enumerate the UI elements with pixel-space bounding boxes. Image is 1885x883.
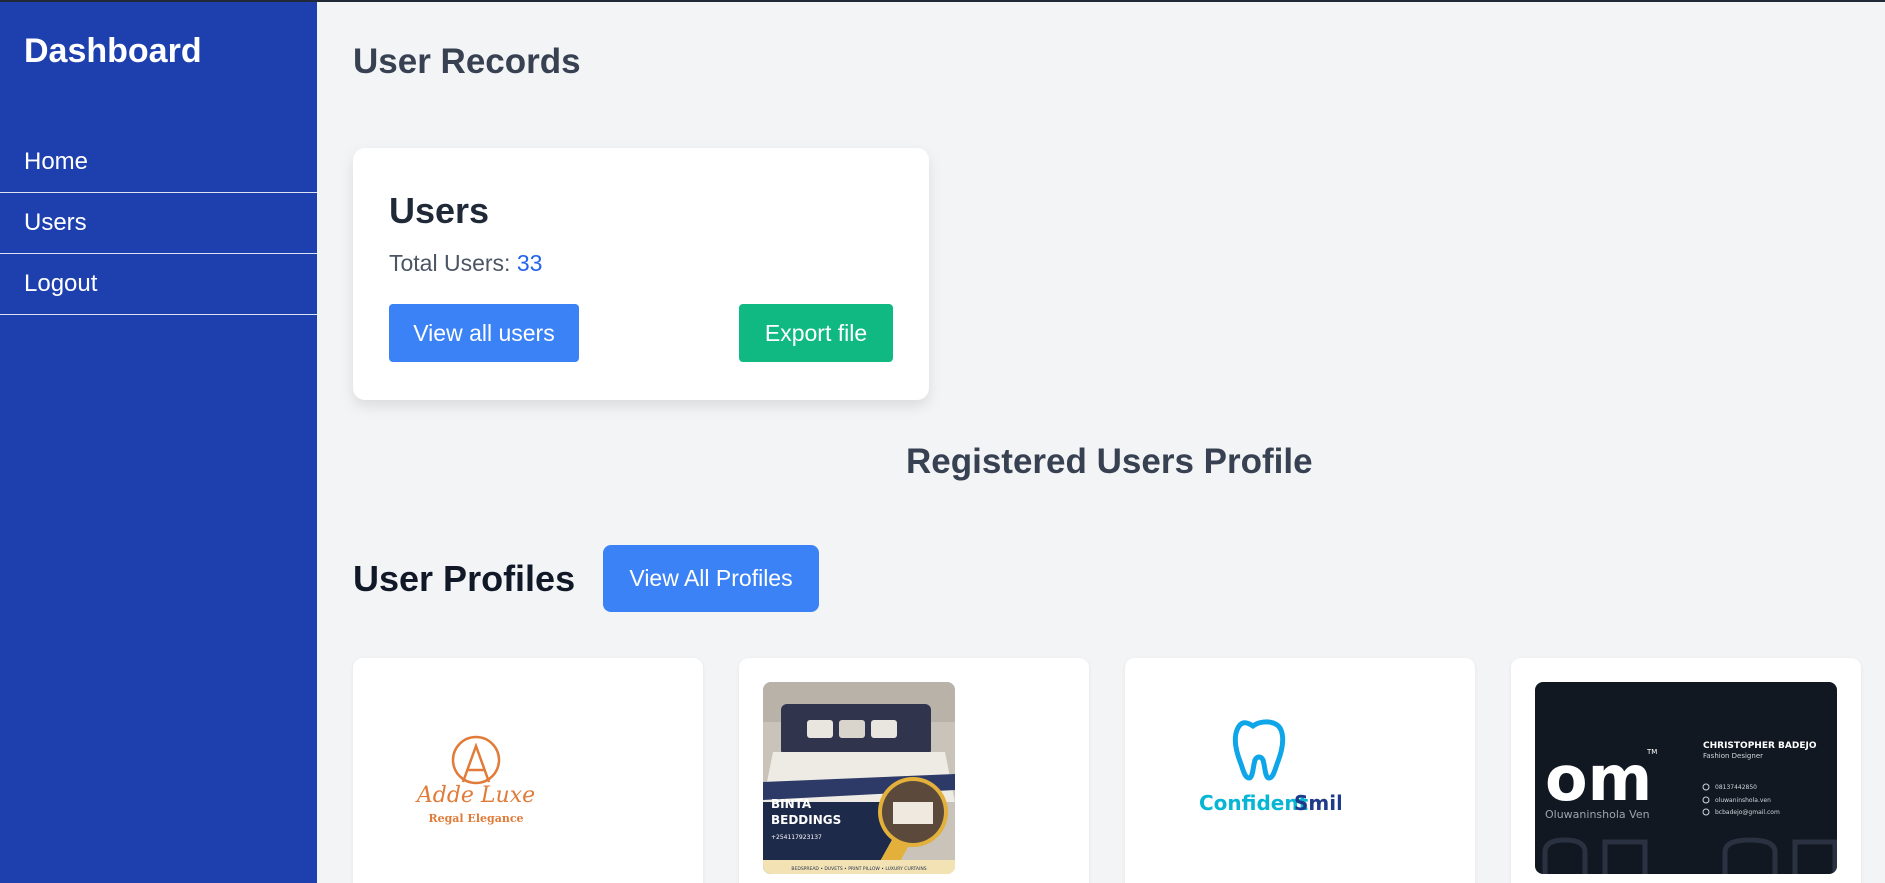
logo-text: BINTA xyxy=(771,797,812,811)
sidebar-brand: Dashboard xyxy=(24,32,202,70)
sidebar-item-home[interactable]: Home xyxy=(0,132,317,193)
profile-card[interactable]: Adde Luxe Regal Elegance xyxy=(353,658,703,883)
profile-image: Confident Smile xyxy=(1149,682,1341,874)
logo-text-2: BEDDINGS xyxy=(771,813,841,827)
logo-text: Adde Luxe xyxy=(415,783,535,808)
profile-image: Adde Luxe Regal Elegance xyxy=(377,682,577,876)
sidebar-item-logout[interactable]: Logout xyxy=(0,254,317,315)
users-summary-card: Users Total Users: 33 View all users Exp… xyxy=(353,148,929,400)
profile-social: oluwaninshola.ven xyxy=(1715,797,1771,804)
profile-tags: BEDSPREAD • DUVETS • PRINT PILLOW • LUXU… xyxy=(791,866,926,872)
total-users-label: Total Users: xyxy=(389,250,511,276)
profile-image: BINTA BEDDINGS +254117923137 BEDSPREAD •… xyxy=(763,682,955,874)
logo-text-2: Smile xyxy=(1294,791,1341,815)
page-title: User Records xyxy=(353,42,581,81)
sidebar: Dashboard Home Users Logout xyxy=(0,2,317,883)
view-all-profiles-button[interactable]: View All Profiles xyxy=(603,545,819,612)
sidebar-item-users[interactable]: Users xyxy=(0,193,317,254)
logo-mark: om xyxy=(1545,742,1652,815)
logo-text: Confident xyxy=(1199,791,1309,815)
logo-tagline: Regal Elegance xyxy=(428,812,523,825)
profile-card[interactable]: om TM Oluwaninshola Ven CHRISTOPHER BADE… xyxy=(1511,658,1861,883)
profile-card[interactable]: Confident Smile xyxy=(1125,658,1475,883)
profile-image: om TM Oluwaninshola Ven CHRISTOPHER BADE… xyxy=(1535,682,1837,874)
profile-phone: 08137442850 xyxy=(1715,784,1757,791)
profile-email: bcbadejo@gmail.com xyxy=(1715,809,1780,816)
profile-phone: +254117923137 xyxy=(771,834,822,841)
total-users: Total Users: 33 xyxy=(389,250,542,277)
main-content: User Records Users Total Users: 33 View … xyxy=(317,2,1885,883)
users-card-title: Users xyxy=(389,190,490,231)
registered-profiles-heading: Registered Users Profile xyxy=(906,442,1313,481)
logo-tm: TM xyxy=(1646,748,1657,756)
profile-name: CHRISTOPHER BADEJO xyxy=(1703,741,1817,751)
user-profiles-heading: User Profiles xyxy=(353,558,576,599)
logo-subtitle: Oluwaninshola Ven xyxy=(1545,808,1650,821)
profile-card[interactable]: BINTA BEDDINGS +254117923137 BEDSPREAD •… xyxy=(739,658,1089,883)
view-all-users-button[interactable]: View all users xyxy=(389,304,579,362)
export-file-button[interactable]: Export file xyxy=(739,304,893,362)
total-users-count: 33 xyxy=(516,250,543,276)
profile-role: Fashion Designer xyxy=(1703,752,1763,760)
